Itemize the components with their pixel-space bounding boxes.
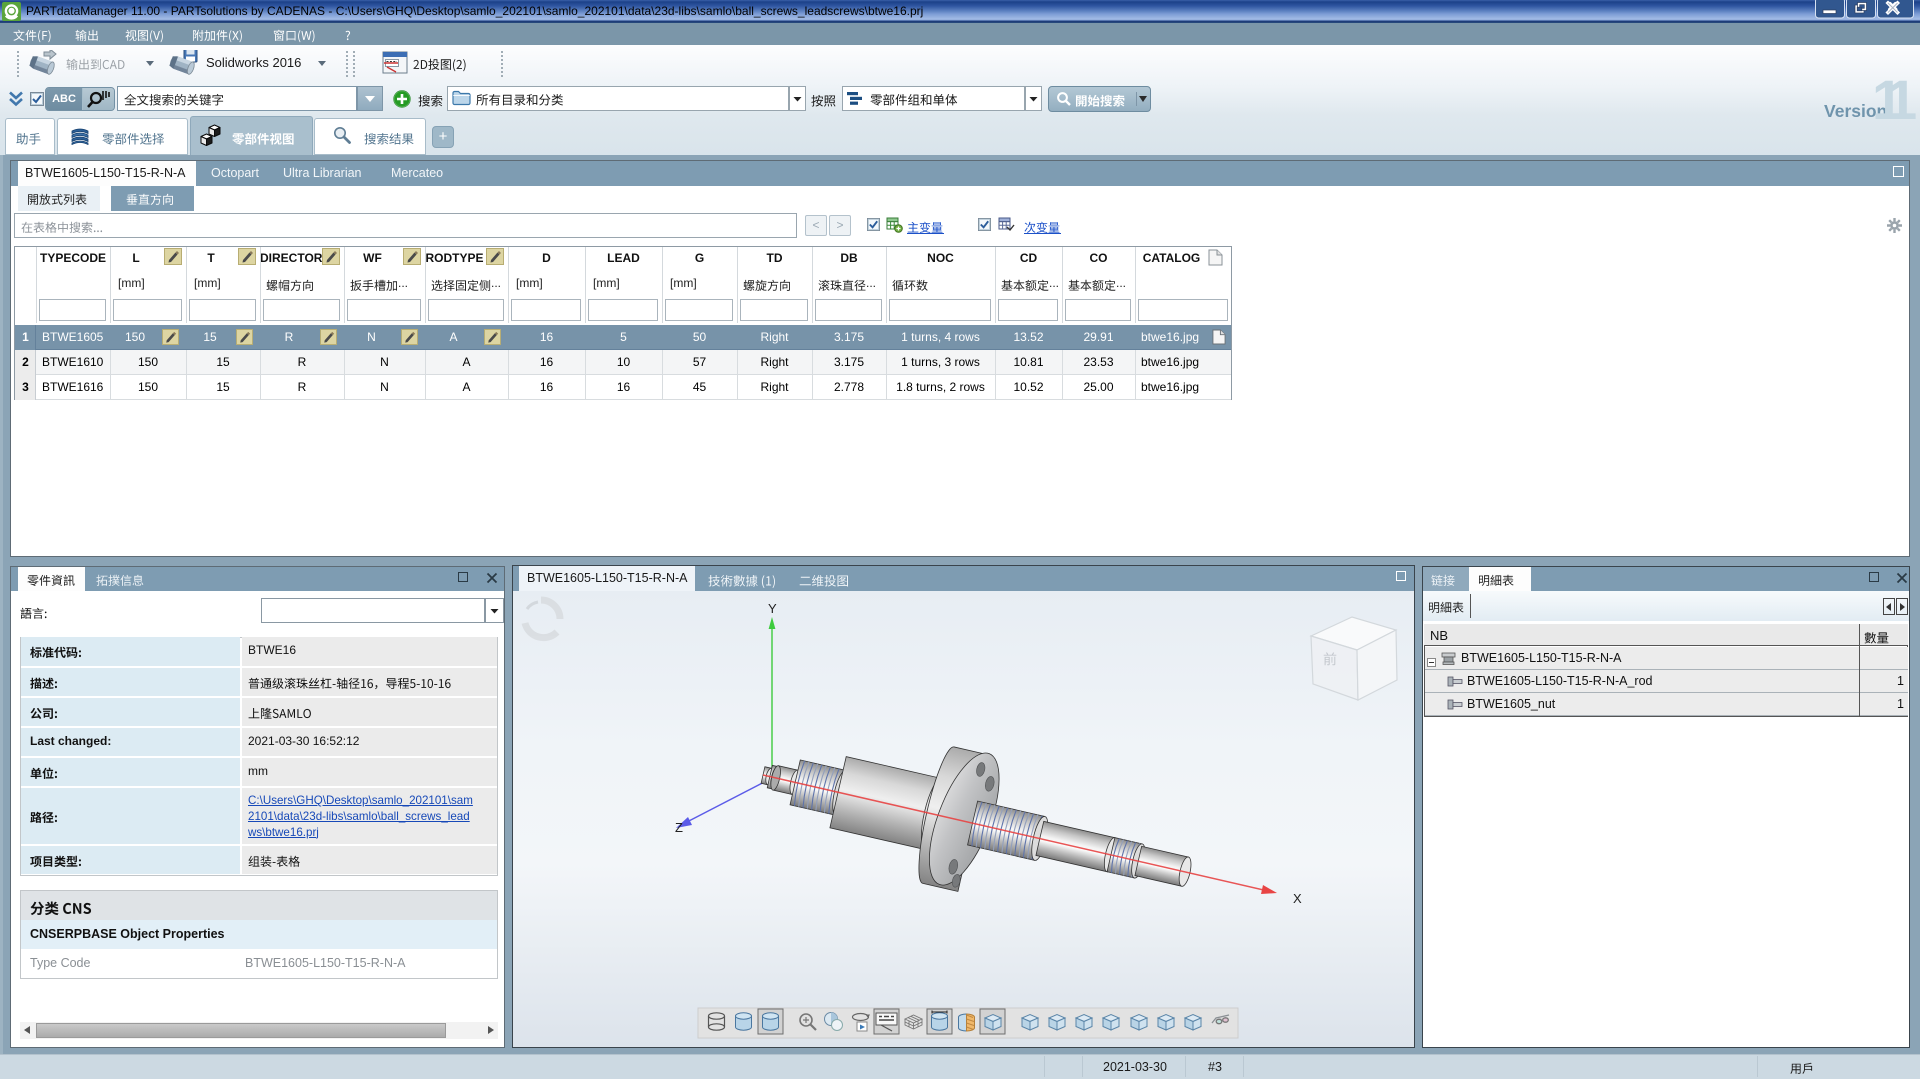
svg-text:Y: Y [768,601,777,616]
svg-text:Z: Z [675,820,683,835]
svg-text:X: X [1293,891,1302,906]
